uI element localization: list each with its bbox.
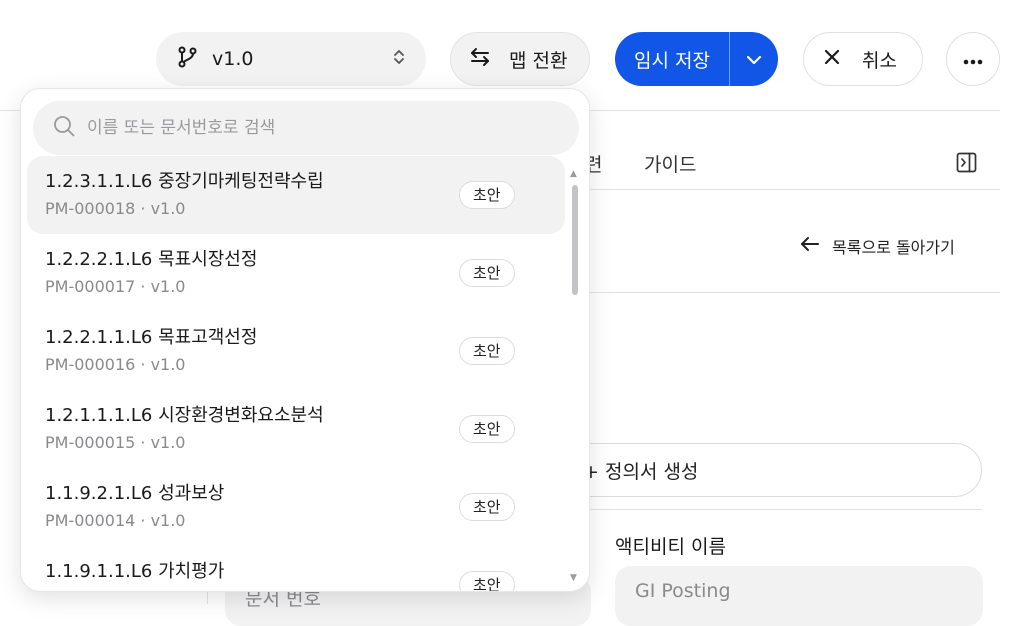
more-options-button[interactable] [946, 32, 1000, 86]
chevron-down-icon [746, 48, 762, 70]
search-box[interactable] [33, 101, 579, 155]
search-input[interactable] [85, 117, 529, 139]
version-label: v1.0 [212, 48, 254, 70]
list-item[interactable]: 1.2.2.2.1.L6 목표시장선정 PM-000017 · v1.0 초안 [27, 234, 565, 312]
status-badge: 초안 [459, 181, 515, 209]
save-draft-button[interactable]: 임시 저장 [615, 32, 729, 86]
save-options-button[interactable] [730, 32, 778, 86]
search-icon [53, 115, 75, 141]
activity-name-label: 액티비티 이름 [615, 536, 726, 558]
version-dropdown: 1.2.3.1.1.L6 중장기마케팅전략수립 PM-000018 · v1.0… [20, 88, 590, 592]
list-item[interactable]: 1.2.2.1.1.L6 목표고객선정 PM-000016 · v1.0 초안 [27, 312, 565, 390]
cancel-label: 취소 [862, 49, 897, 72]
scroll-down-arrow-icon[interactable]: ▼ [570, 573, 577, 583]
tab-guide[interactable]: 가이드 [644, 150, 696, 177]
dropdown-scrollbar[interactable]: ▲ ▼ [569, 169, 581, 589]
back-to-list-label: 목록으로 돌아가기 [832, 238, 955, 257]
arrow-left-icon [800, 236, 820, 256]
status-badge: 초안 [459, 571, 515, 591]
swap-arrows-icon [469, 47, 491, 72]
save-draft-button-group: 임시 저장 [615, 32, 778, 86]
scrollbar-thumb[interactable] [572, 185, 578, 295]
list-item[interactable]: 1.1.9.2.1.L6 성과보상 PM-000014 · v1.0 초안 [27, 468, 565, 546]
list-item[interactable]: 1.2.1.1.1.L6 시장환경변화요소분석 PM-000015 · v1.0… [27, 390, 565, 468]
version-selector[interactable]: v1.0 [156, 32, 426, 86]
map-toggle-button[interactable]: 맵 전환 [450, 32, 590, 86]
more-horizontal-icon [963, 48, 983, 70]
generate-definition-label: + 정의서 생성 [583, 460, 699, 483]
updown-chevron-icon [392, 47, 406, 72]
status-badge: 초안 [459, 259, 515, 287]
panel-toggle-icon[interactable] [956, 152, 977, 177]
document-list: 1.2.3.1.1.L6 중장기마케팅전략수립 PM-000018 · v1.0… [27, 156, 565, 591]
list-item[interactable]: 1.2.3.1.1.L6 중장기마케팅전략수립 PM-000018 · v1.0… [27, 156, 565, 234]
map-toggle-label: 맵 전환 [509, 49, 568, 72]
form-divider [590, 509, 982, 510]
tabs-divider [590, 189, 1000, 190]
scroll-up-arrow-icon[interactable]: ▲ [570, 169, 577, 179]
section-divider [590, 292, 1000, 293]
status-badge: 초안 [459, 493, 515, 521]
status-badge: 초안 [459, 337, 515, 365]
close-icon [824, 48, 840, 70]
back-to-list-link[interactable]: 목록으로 돌아가기 [800, 234, 955, 258]
activity-name-field[interactable]: GI Posting [615, 566, 983, 626]
list-item[interactable]: 1.1.9.1.1.L6 가치평가 초안 [27, 546, 565, 591]
branch-icon [176, 46, 198, 73]
status-badge: 초안 [459, 415, 515, 443]
generate-definition-button[interactable]: + 정의서 생성 [540, 443, 982, 497]
cancel-button[interactable]: 취소 [803, 32, 923, 86]
